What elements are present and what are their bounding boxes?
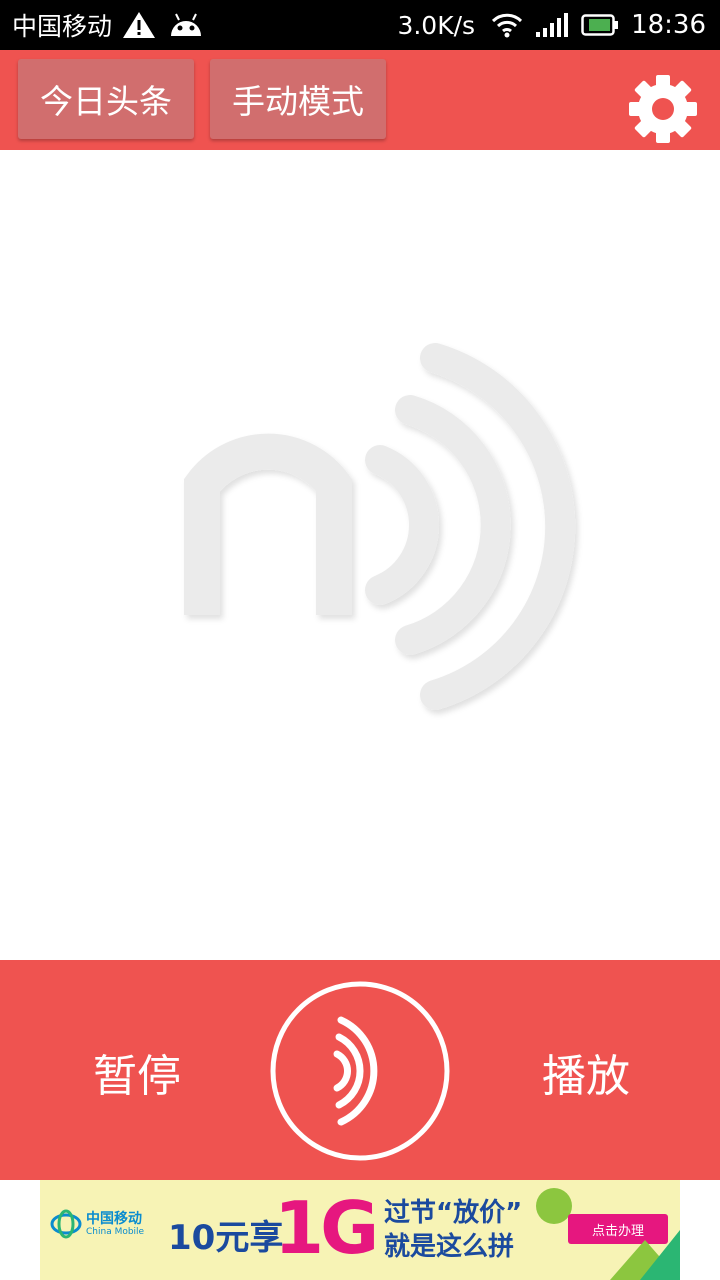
warning-icon [122,10,156,40]
ad-brand-cn: 中国移动 [86,1211,142,1227]
status-bar: 中国移动 3.0K/s 18:36 [0,0,720,50]
gear-icon[interactable] [626,72,700,146]
news-source-button[interactable]: 今日头条 [18,59,194,139]
balloon-icon [536,1188,572,1224]
carrier-label: 中国移动 [12,12,113,41]
battery-icon [581,14,619,36]
main-content [0,150,720,960]
pause-button[interactable]: 暂停 [93,1040,181,1104]
clock: 18:36 [631,10,706,40]
china-mobile-logo: 中国移动 China Mobile [50,1208,144,1240]
ad-brand-en: China Mobile [86,1227,145,1237]
ad-offer: 10元享 [168,1218,284,1258]
android-icon [168,12,204,38]
ad-highlight: 1G [274,1186,379,1270]
control-bar: 暂停 播放 [0,960,720,1180]
play-button[interactable]: 播放 [542,1040,630,1104]
ad-line-2: 就是这么拼 [384,1232,515,1262]
toolbar: 今日头条 手动模式 [0,50,720,150]
network-speed: 3.0K/s [397,10,476,40]
china-mobile-icon [50,1209,82,1239]
wifi-icon [491,12,523,38]
sound-wave-icon[interactable] [269,980,451,1162]
mode-button[interactable]: 手动模式 [210,59,386,139]
sound-wave-logo-icon [170,330,590,734]
ad-banner[interactable]: 中国移动 China Mobile 10元享 1G 过节“放价” 就是这么拼 点… [40,1180,680,1280]
signal-icon [535,12,569,38]
ad-decoration [610,1230,680,1280]
ad-line-1: 过节“放价” [384,1198,523,1228]
